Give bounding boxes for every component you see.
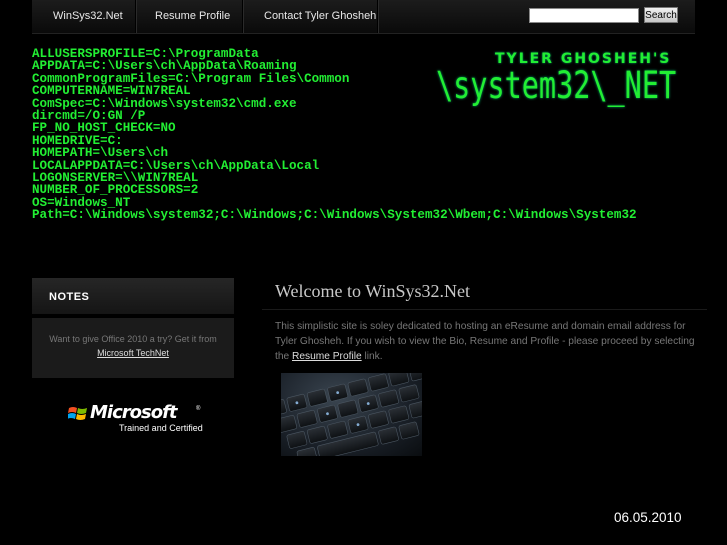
search-button[interactable]: Search [644,7,678,23]
notes-text: Want to give Office 2010 a try? Get it f… [49,334,217,344]
badge-subtitle: Trained and Certified [119,423,203,433]
notes-header: NOTES [32,278,234,314]
env-var-line: HOMEPATH=\Users\ch [32,146,169,161]
keyboard-keys-illustration [281,373,422,456]
technet-link[interactable]: Microsoft TechNet [32,348,234,358]
date-stamp: 06.05.2010 [614,510,682,525]
env-var-line: NUMBER_OF_PROCESSORS=2 [32,183,199,198]
nav-separator [242,0,244,33]
nav-link-resume-profile[interactable]: Resume Profile [155,0,230,33]
windows-flag-icon [68,407,87,420]
keyboard-photo [281,373,422,456]
nav-link-contact[interactable]: Contact Tyler Ghosheh [264,0,376,33]
page: WinSys32.Net Resume Profile Contact Tyle… [0,0,727,545]
env-var-line: FP_NO_HOST_CHECK=NO [32,121,176,136]
logo-site-text: \system32\_NET [436,64,677,107]
nav-separator [135,0,137,33]
title-divider [262,309,707,310]
page-title: Welcome to WinSys32.Net [275,281,470,301]
top-nav-bar: WinSys32.Net Resume Profile Contact Tyle… [32,0,695,34]
welcome-paragraph: This simplistic site is soley dedicated … [275,319,700,364]
microsoft-wordmark: Microsoft [90,402,178,423]
nav-link-home[interactable]: WinSys32.Net [53,0,123,33]
welcome-text-end: link. [361,351,383,362]
env-var-line: Path=C:\Windows\system32;C:\Windows;C:\W… [32,208,637,222]
nav-separator [377,0,379,33]
search-input[interactable] [529,8,639,23]
resume-profile-link[interactable]: Resume Profile [292,351,362,362]
notes-panel: Want to give Office 2010 a try? Get it f… [32,318,234,378]
trademark-mark: ® [196,406,201,412]
notes-title: NOTES [49,291,90,303]
microsoft-certified-badge: Microsoft ® Trained and Certified [68,402,208,436]
